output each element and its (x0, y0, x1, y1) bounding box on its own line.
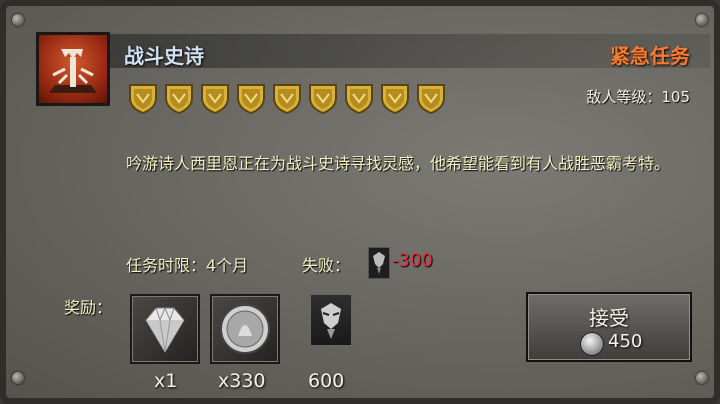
difficulty-shield-icon (381, 84, 409, 114)
quest-banner-icon (36, 32, 110, 106)
rivet-icon (696, 14, 708, 26)
stress-icon (368, 247, 390, 279)
difficulty-shield-icon (129, 84, 157, 114)
time-limit: 任务时限：4个月 (126, 256, 249, 275)
fail-value: -300 (392, 250, 433, 271)
accept-button[interactable]: 接受 450 (526, 292, 692, 362)
quest-type-label: 紧急任务 (610, 44, 690, 68)
rivet-icon (696, 372, 708, 384)
difficulty-shield-icon (345, 84, 373, 114)
silver-coin-icon (580, 332, 604, 356)
rivet-icon (12, 372, 24, 384)
enemy-level: 敌人等级：105 (586, 88, 690, 106)
quest-title: 战斗史诗 (124, 44, 204, 68)
reward-stress[interactable] (310, 294, 352, 346)
rivet-icon (12, 14, 24, 26)
fail-label: 失败： (302, 256, 351, 275)
difficulty-shield-icon (201, 84, 229, 114)
rewards-label: 奖励： (64, 298, 113, 317)
reward-silver[interactable] (210, 294, 280, 364)
reward-quantity: x330 (218, 370, 266, 392)
accept-label: 接受 (589, 306, 629, 330)
difficulty-shield-icon (237, 84, 265, 114)
difficulty-shield-icon (309, 84, 337, 114)
difficulty-shield-icon (273, 84, 301, 114)
difficulty-shields (128, 82, 446, 114)
diamond-icon (145, 306, 185, 353)
difficulty-shield-icon (165, 84, 193, 114)
difficulty-shield-icon (417, 84, 445, 114)
accept-cost: 450 (608, 331, 643, 352)
reward-quantity: x1 (154, 370, 178, 392)
reward-quantity: 600 (308, 370, 345, 392)
silver-coin-icon (220, 304, 270, 354)
stress-icon (321, 303, 341, 339)
quest-panel: 战斗史诗 紧急任务 敌人等级：105 吟游诗人西里恩正在为战斗史诗寻找灵感，他希… (0, 0, 720, 404)
quest-description: 吟游诗人西里恩正在为战斗史诗寻找灵感，他希望能看到有人战胜恶霸考特。 (126, 154, 671, 173)
reward-diamond[interactable] (130, 294, 200, 364)
